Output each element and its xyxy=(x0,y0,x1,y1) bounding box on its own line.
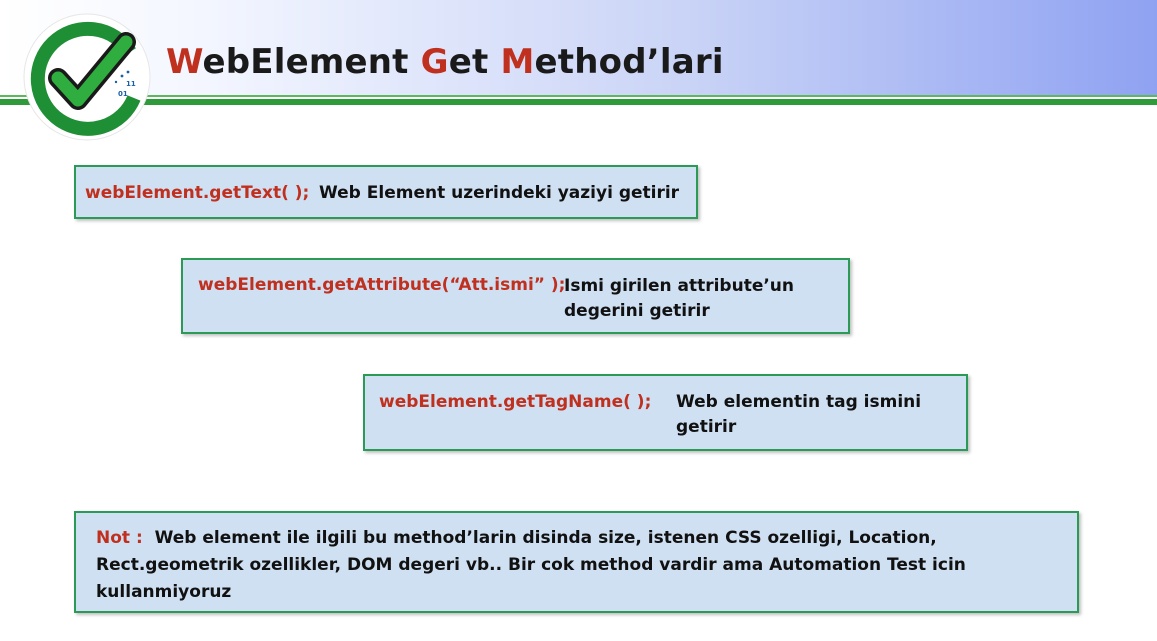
note-text: Web element ile ilgili bu method’larin d… xyxy=(96,528,966,602)
method-description: Ismi girilen attribute’un degerini getir… xyxy=(564,276,795,321)
note-label: Not : xyxy=(96,528,143,548)
title-part: G xyxy=(420,42,449,82)
header-divider xyxy=(0,99,1157,105)
method-description: Web elementin tag ismini getirir xyxy=(676,392,922,437)
checkmark-logo-icon: 01 11 xyxy=(23,13,151,141)
method-box-gettagname: webElement.getTagName( ); Web elementin … xyxy=(363,374,968,451)
logo-digits-2: 11 xyxy=(126,80,136,88)
header-divider-thin xyxy=(0,95,1157,97)
title-part: ethod’lari xyxy=(534,42,724,82)
method-box-getattribute: webElement.getAttribute(“Att.ismi” ); Is… xyxy=(181,258,850,334)
method-box-gettext: webElement.getText( ); Web Element uzeri… xyxy=(74,165,698,219)
method-code: webElement.getAttribute(“Att.ismi” ); xyxy=(198,275,566,295)
page-title: WebElement Get Method’lari xyxy=(166,42,724,82)
method-code: webElement.getTagName( ); xyxy=(379,392,652,412)
title-part: M xyxy=(500,42,535,82)
note-box: Not : Web element ile ilgili bu method’l… xyxy=(74,511,1079,613)
logo-digits-1: 01 xyxy=(118,90,128,98)
title-part: et xyxy=(448,42,501,82)
title-part: W xyxy=(166,42,203,82)
method-code: webElement.getText( ); xyxy=(85,183,310,203)
note-paragraph: Not : Web element ile ilgili bu method’l… xyxy=(96,525,1066,606)
method-description: Web Element uzerindeki yaziyi getirir xyxy=(319,183,680,203)
title-part: ebElement xyxy=(202,42,421,82)
